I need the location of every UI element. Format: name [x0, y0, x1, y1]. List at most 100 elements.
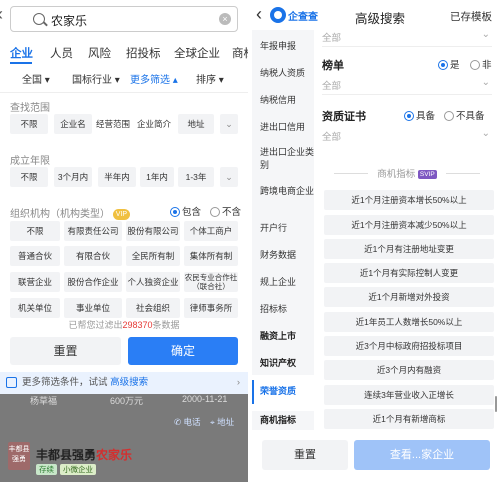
search-box[interactable]: 农家乐 × [10, 6, 238, 32]
org-option[interactable]: 有限责任公司 [64, 221, 122, 241]
org-option[interactable]: 股份合作企业 [64, 272, 122, 292]
search-input[interactable]: 农家乐 [51, 12, 87, 29]
more-filter[interactable]: 更多筛选 ▴ [130, 71, 178, 86]
divider [322, 46, 492, 47]
org-option[interactable]: 农民专业合作社（联合社） [184, 272, 238, 292]
expand-chevron-icon[interactable]: ⌄ [220, 114, 238, 134]
region-filter[interactable]: 全国 ▾ [22, 71, 50, 86]
sidebar-item[interactable]: 规上企业 [260, 276, 314, 289]
chevron-down-icon[interactable]: ⌄ [482, 128, 490, 139]
sidebar-item[interactable]: 跨境电商企业 [260, 185, 314, 198]
view-companies-button[interactable]: 查看...家企业 [354, 440, 490, 470]
biz-option[interactable]: 近3个月中标政府招投标项目 [324, 336, 494, 356]
confirm-button[interactable]: 确定 [128, 337, 238, 365]
bg-phone-label: 电话 [183, 417, 201, 427]
scope-option[interactable]: 企业简介 [134, 114, 174, 134]
org-option[interactable]: 社会组织 [126, 298, 180, 318]
list-value[interactable]: 全部 [322, 78, 341, 92]
scope-option[interactable]: 企业名 [54, 114, 92, 134]
biz-option[interactable]: 连续3年营业收入正增长 [324, 385, 494, 405]
industry-filter[interactable]: 国标行业 ▾ [72, 71, 120, 86]
chevron-right-icon: › [236, 377, 240, 388]
founded-option[interactable]: 1-3年 [178, 167, 214, 187]
sidebar-item[interactable]: 进出口企业类别 [260, 146, 314, 172]
category-tabs: 企业 人员 风险 招投标 全球企业 商标 [0, 40, 248, 66]
org-option[interactable]: 个体工商户 [184, 221, 238, 241]
founded-option[interactable]: 1年内 [140, 167, 174, 187]
chevron-down-icon[interactable]: ⌄ [482, 77, 490, 88]
company-name-highlight: 农家乐 [96, 448, 133, 462]
org-option[interactable]: 事业单位 [64, 298, 122, 318]
biz-option[interactable]: 近1个月有实际控制人变更 [324, 263, 494, 283]
prev-section-value[interactable]: 全部 [322, 30, 341, 44]
org-option[interactable]: 联营企业 [10, 272, 60, 292]
bg-address: ⌖ 地址 [210, 417, 235, 427]
sidebar: 年报申报 纳税人资质 纳税信用 进出口信用 进出口企业类别 跨境电商企业 开户行… [252, 30, 314, 430]
saved-templates-button[interactable]: 已存模板 [450, 9, 492, 24]
org-option[interactable]: 普通合伙 [10, 246, 60, 266]
sidebar-item[interactable]: 纳税信用 [260, 94, 314, 107]
chevron-down-icon[interactable]: ⌄ [482, 29, 490, 40]
biz-option[interactable]: 近1个月新增对外投资 [324, 287, 494, 307]
cert-value[interactable]: 全部 [322, 129, 341, 143]
tab-risk[interactable]: 风险 [88, 45, 111, 61]
sidebar-item[interactable]: 融资上市 [260, 330, 314, 343]
clear-icon[interactable]: × [219, 13, 231, 25]
cert-not-radio[interactable]: 不具备 [444, 108, 485, 122]
org-option[interactable]: 个人独资企业 [126, 272, 180, 292]
include-label: 包含 [182, 207, 202, 218]
reset-button[interactable]: 重置 [262, 440, 348, 470]
list-yes-radio[interactable]: 是 [438, 57, 460, 71]
org-option[interactable]: 股份有限公司 [126, 221, 180, 241]
cert-has-radio[interactable]: 具备 [404, 108, 435, 122]
scope-option[interactable]: 不限 [10, 114, 48, 134]
sidebar-item[interactable]: 开户行 [260, 222, 314, 235]
org-option[interactable]: 不限 [10, 221, 60, 241]
org-option[interactable]: 机关单位 [10, 298, 60, 318]
radio-unchecked-icon [210, 207, 220, 218]
org-option[interactable]: 有限合伙 [64, 246, 122, 266]
expand-chevron-icon[interactable]: ⌄ [220, 167, 238, 187]
org-option[interactable]: 全民所有制 [126, 246, 180, 266]
scope-option[interactable]: 经营范围 [92, 114, 134, 134]
biz-option[interactable]: 近1个月注册资本减少50%以上 [324, 215, 494, 235]
tab-global[interactable]: 全球企业 [174, 45, 220, 61]
tab-people[interactable]: 人员 [50, 45, 73, 61]
advanced-search-link[interactable]: 高级搜索 [110, 377, 148, 388]
exclude-radio[interactable]: 不含 [210, 204, 241, 218]
founded-option[interactable]: 不限 [10, 167, 48, 187]
advanced-search-bar[interactable]: 更多筛选条件，试试 高级搜索 › [0, 372, 248, 394]
biz-option[interactable]: 近1个月注册资本增长50%以上 [324, 190, 494, 210]
sidebar-item[interactable]: 知识产权 [260, 357, 314, 370]
biz-option[interactable]: 近1个月有新增商标 [324, 409, 494, 429]
org-option[interactable]: 集体所有制 [184, 246, 238, 266]
tab-company[interactable]: 企业 [10, 45, 33, 61]
list-no-radio[interactable]: 非 [470, 57, 492, 71]
sidebar-item[interactable]: 招标标 [260, 303, 314, 316]
tab-trademark[interactable]: 商标 [232, 45, 248, 61]
include-radio[interactable]: 包含 [170, 204, 201, 218]
biz-option[interactable]: 近3个月内有融资 [324, 360, 494, 380]
sidebar-item[interactable]: 进出口信用 [260, 121, 314, 134]
sidebar-item-honor[interactable]: 荣誉资质 [260, 385, 314, 398]
reset-button[interactable]: 重置 [10, 337, 121, 365]
back-icon[interactable]: ‹ [0, 5, 3, 23]
count-value: 298370 [122, 320, 153, 330]
founded-option[interactable]: 半年内 [98, 167, 136, 187]
sort-filter[interactable]: 排序 ▾ [196, 71, 224, 86]
sidebar-item[interactable]: 年报申报 [260, 40, 314, 53]
tab-bidding[interactable]: 招投标 [126, 45, 161, 61]
brand-logo-icon [270, 7, 286, 23]
founded-option[interactable]: 3个月内 [54, 167, 92, 187]
scrollbar[interactable] [495, 396, 497, 412]
scope-option[interactable]: 地址 [178, 114, 214, 134]
back-icon[interactable]: ‹ [256, 5, 262, 23]
bg-phone: ✆ 电话 [174, 417, 201, 427]
biz-option[interactable]: 近1年员工人数增长50%以上 [324, 312, 494, 332]
sort-label: 排序 [196, 75, 216, 86]
sidebar-item[interactable]: 纳税人资质 [260, 67, 314, 80]
org-option[interactable]: 律师事务所 [184, 298, 238, 318]
sidebar-item[interactable]: 财务数据 [260, 249, 314, 262]
sidebar-item[interactable]: 商机指标 [260, 414, 314, 427]
biz-option[interactable]: 近1个月有注册地址变更 [324, 239, 494, 259]
